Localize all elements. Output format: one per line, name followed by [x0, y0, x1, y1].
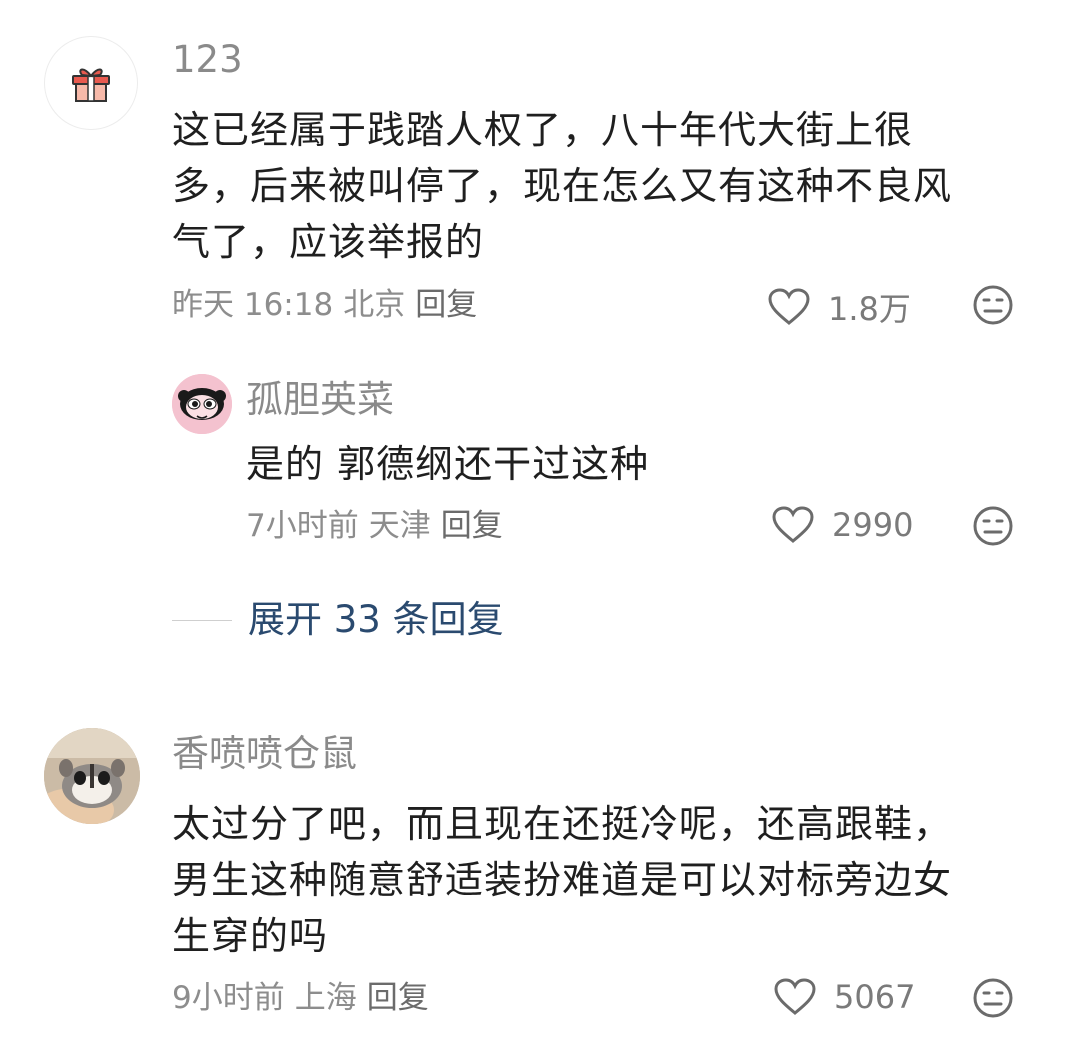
comment-line: 男生这种随意舒适装扮难道是可以对标旁边女 [172, 858, 953, 902]
avatar[interactable] [44, 728, 140, 824]
comment-line: 多，后来被叫停了，现在怎么又有这种不良风 [172, 164, 953, 208]
neutral-face-icon [973, 978, 1013, 1018]
comment-line: 生穿的吗 [172, 914, 329, 958]
comment-line: 太过分了吧，而且现在还挺冷呢，还高跟鞋， [172, 802, 953, 846]
timestamp: 昨天 16:18 [172, 287, 334, 323]
reply-button[interactable]: 回复 [367, 980, 429, 1016]
dislike-button[interactable] [972, 505, 1014, 551]
expand-replies-button[interactable]: 展开 33 条回复 [172, 598, 504, 642]
timestamp: 9小时前 [172, 980, 285, 1016]
avatar[interactable] [44, 36, 138, 130]
like-button[interactable]: 5067 [774, 978, 915, 1016]
comment-meta: 9小时前 上海 回复 [172, 978, 439, 1018]
like-count: 2990 [832, 506, 914, 544]
dislike-button[interactable] [972, 284, 1014, 330]
divider [172, 619, 232, 621]
heart-icon [768, 288, 810, 325]
neutral-face-icon [973, 285, 1013, 325]
username[interactable]: 123 [172, 38, 243, 82]
comment-line: 这已经属于践踏人权了，八十年代大街上很 [172, 108, 914, 152]
comment-text: 这已经属于践踏人权了，八十年代大街上很 多，后来被叫停了，现在怎么又有这种不良风… [172, 102, 1032, 270]
comment-meta: 7小时前 天津 回复 [246, 506, 513, 546]
comment-text: 是的 郭德纲还干过这种 [246, 436, 1006, 492]
comment-meta: 昨天 16:18 北京 回复 [172, 285, 487, 325]
like-count: 5067 [834, 978, 916, 1016]
expand-replies-label[interactable]: 展开 33 条回复 [248, 598, 504, 642]
gift-icon [72, 68, 110, 102]
comment-line: 气了，应该举报的 [172, 220, 485, 264]
cartoon-girl-avatar [172, 374, 232, 434]
reply-button[interactable]: 回复 [441, 508, 503, 544]
hamster-photo-avatar [44, 728, 140, 824]
dislike-button[interactable] [972, 977, 1014, 1023]
heart-icon [774, 978, 816, 1015]
neutral-face-icon [973, 506, 1013, 546]
like-count: 1.8万 [828, 290, 911, 328]
like-button[interactable]: 1.8万 [768, 284, 911, 330]
reply-button[interactable]: 回复 [415, 287, 477, 323]
heart-icon [772, 506, 814, 543]
avatar[interactable] [172, 374, 232, 434]
username[interactable]: 孤胆英菜 [246, 378, 394, 422]
timestamp: 7小时前 [246, 508, 359, 544]
like-button[interactable]: 2990 [772, 506, 913, 544]
location: 上海 [294, 980, 357, 1016]
location: 天津 [368, 508, 431, 544]
comment-line: 是的 郭德纲还干过这种 [246, 442, 650, 486]
comment-text: 太过分了吧，而且现在还挺冷呢，还高跟鞋， 男生这种随意舒适装扮难道是可以对标旁边… [172, 796, 1032, 964]
username[interactable]: 香喷喷仓鼠 [172, 732, 357, 776]
location: 北京 [343, 287, 406, 323]
